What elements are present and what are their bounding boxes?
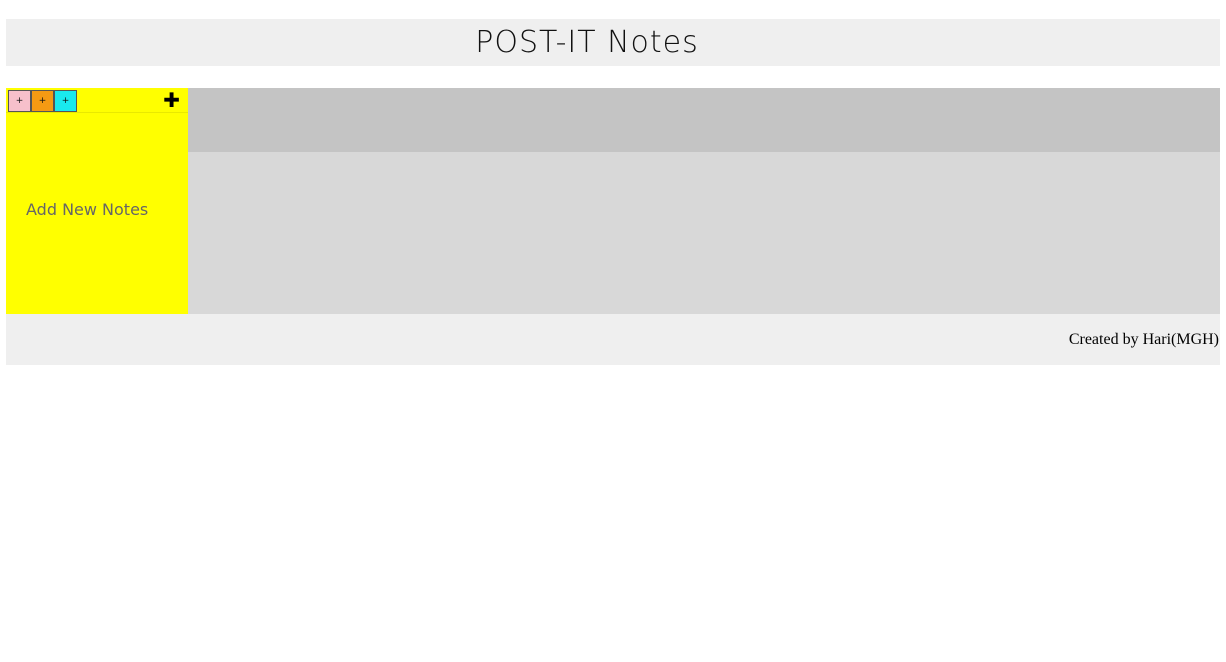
sticky-note[interactable]: + + + ✚ Add New Notes <box>6 88 188 314</box>
page-title: POST-IT Notes <box>475 25 699 60</box>
plus-icon[interactable]: ✚ <box>163 89 180 111</box>
note-text[interactable]: Add New Notes <box>26 200 176 219</box>
footer-credit: Created by Hari(MGH) <box>1068 330 1219 348</box>
cyan-note-button[interactable]: + <box>54 90 77 112</box>
note-toolbar: + + + ✚ <box>6 88 188 113</box>
page-header: POST-IT Notes <box>6 19 1220 66</box>
notes-board-top-band <box>188 88 1220 152</box>
orange-note-button[interactable]: + <box>31 90 54 112</box>
page-footer: Created by Hari(MGH) <box>6 314 1220 365</box>
pink-note-button[interactable]: + <box>8 90 31 112</box>
notes-board: + + + ✚ Add New Notes <box>6 88 1220 314</box>
